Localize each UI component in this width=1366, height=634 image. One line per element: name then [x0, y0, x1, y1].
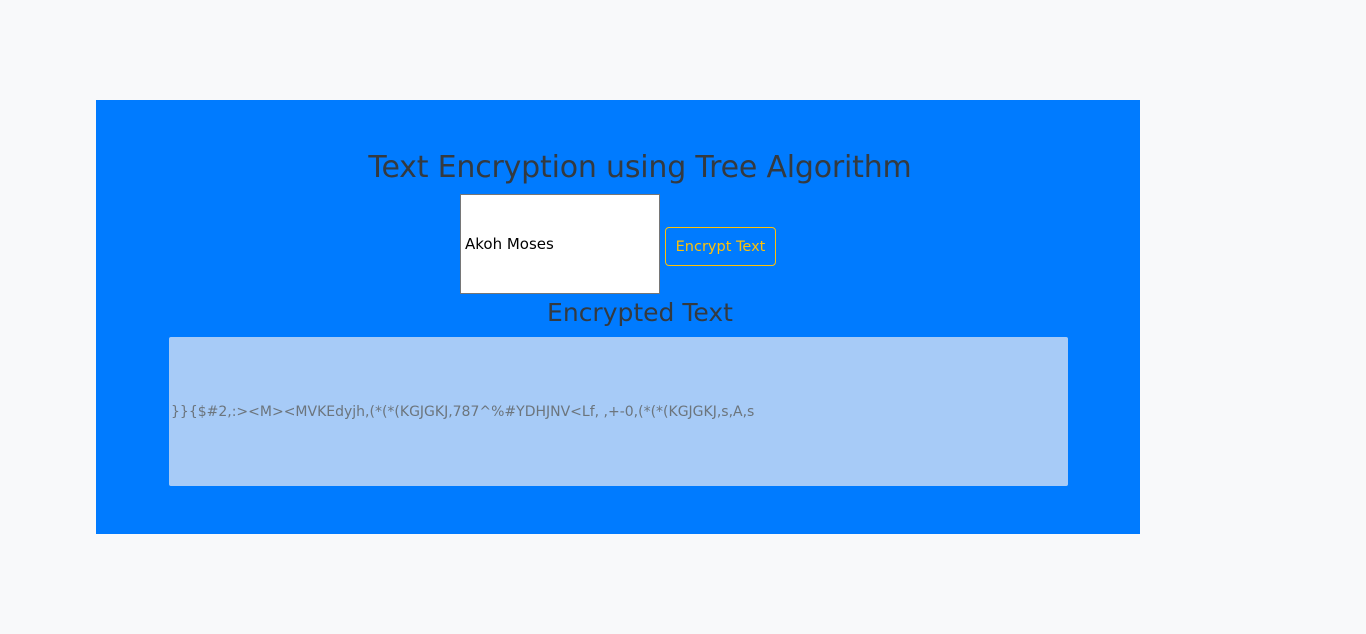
plain-text-input-value: Akoh Moses: [465, 235, 554, 253]
encrypted-text-heading: Encrypted Text: [547, 298, 733, 327]
page-title: Text Encryption using Tree Algorithm: [368, 150, 912, 185]
encrypted-text-value: }}{$#2,:><M><MVKEdyjh,(*(*(KGJGKJ,787^%#…: [171, 403, 755, 420]
encrypt-text-button[interactable]: Encrypt Text: [665, 227, 776, 266]
encrypted-text-output[interactable]: }}{$#2,:><M><MVKEdyjh,(*(*(KGJGKJ,787^%#…: [169, 337, 1068, 486]
plain-text-input[interactable]: Akoh Moses: [460, 194, 660, 294]
encryption-panel: Text Encryption using Tree Algorithm Ako…: [96, 100, 1140, 534]
